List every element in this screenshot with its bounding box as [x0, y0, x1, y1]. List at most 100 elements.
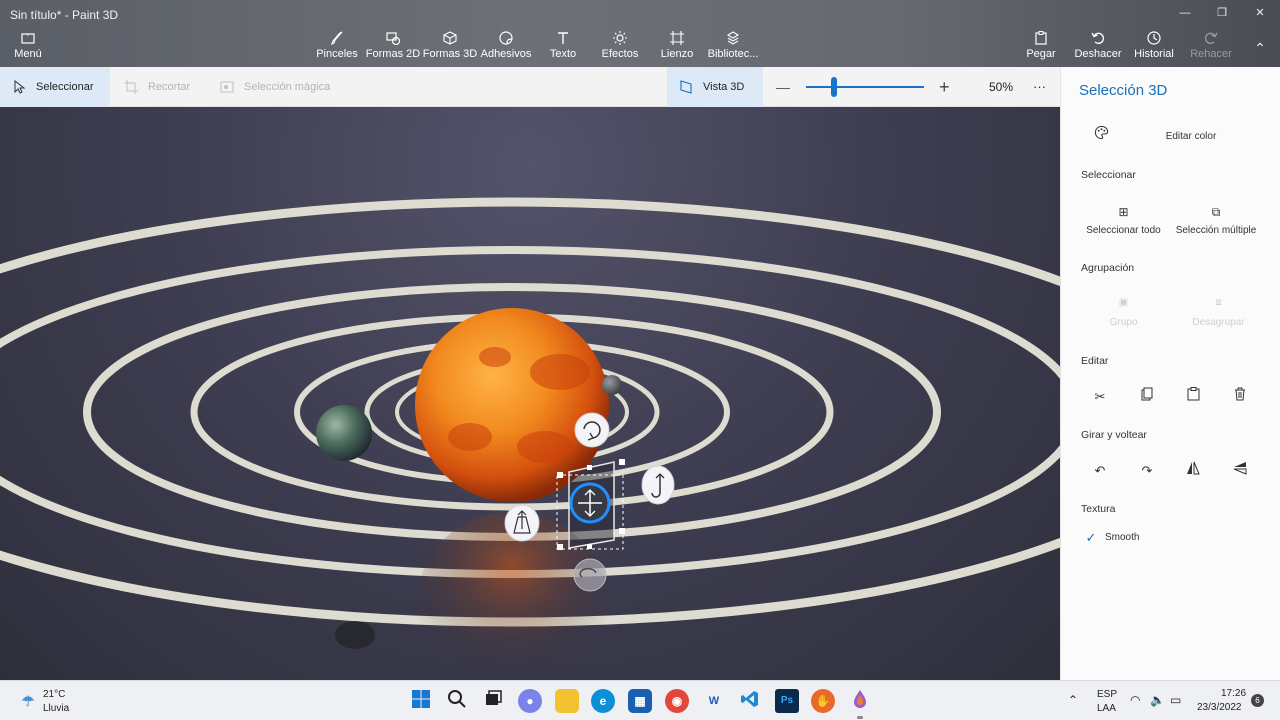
tool-shapes-3d[interactable]: Formas 3D — [419, 30, 481, 66]
checkmark-icon[interactable]: ✓ — [1080, 527, 1102, 549]
copy-icon[interactable] — [1136, 386, 1158, 408]
tool-effects[interactable]: Efectos — [589, 30, 651, 66]
rotate-left-icon[interactable]: ↶ — [1089, 460, 1111, 482]
teams-chat-icon[interactable]: ● — [518, 689, 542, 713]
zoom-slider-track[interactable] — [806, 86, 924, 88]
brush-icon — [306, 30, 368, 48]
redo-button[interactable]: Rehacer — [1180, 30, 1242, 66]
rotate-y-handle[interactable] — [641, 465, 675, 505]
zoom-slider-thumb[interactable] — [831, 77, 837, 97]
delete-icon[interactable] — [1229, 386, 1251, 408]
paste-button[interactable]: Pegar — [1010, 30, 1072, 66]
multi-select-button[interactable]: ⧉ Selección múltiple — [1171, 205, 1261, 236]
keyboard-layout[interactable]: LAA — [1097, 703, 1116, 714]
windows-taskbar: ☂ 21°C Lluvia ● e ▦ ◉ W Ps ✋ ⌃ ESP LAA ◠… — [0, 680, 1280, 720]
paint3d-icon[interactable] — [848, 689, 872, 713]
select-tool-button[interactable]: Seleccionar — [0, 67, 110, 107]
library-icon — [702, 30, 764, 48]
store-icon[interactable]: ▦ — [628, 689, 652, 713]
battery-icon[interactable]: ▭ — [1170, 693, 1181, 707]
earth-sphere[interactable] — [316, 405, 372, 461]
command-bar: Sin título* - Paint 3D — ❐ ✕ Menú Pincel… — [0, 0, 1280, 67]
rotate-flip-section-label: Girar y voltear — [1081, 429, 1147, 441]
tool-library[interactable]: Bibliotec... — [702, 30, 764, 66]
menu-button[interactable]: Menú — [0, 30, 59, 66]
tray-chevron-icon[interactable]: ⌃ — [1068, 693, 1078, 707]
app-icon[interactable]: ✋ — [811, 689, 835, 713]
shapes-2d-icon — [362, 30, 424, 48]
palette-icon[interactable] — [1090, 125, 1112, 147]
select-all-icon: ⊞ — [1118, 205, 1129, 219]
close-button[interactable]: ✕ — [1250, 5, 1270, 21]
rotate-z-handle[interactable] — [573, 558, 607, 592]
ungroup-button[interactable]: ⧈ Desagrupar — [1181, 297, 1256, 328]
search-icon[interactable] — [445, 689, 469, 713]
select-all-button[interactable]: ⊞ Seleccionar todo — [1081, 205, 1166, 236]
undo-icon — [1067, 30, 1129, 48]
weather-rain-icon[interactable]: ☂ — [16, 689, 40, 713]
select-section-label: Seleccionar — [1081, 169, 1136, 181]
rotate-x-handle[interactable] — [574, 412, 610, 448]
magic-select-button[interactable]: Selección mágica — [220, 67, 330, 107]
windows-start-icon[interactable] — [409, 689, 433, 713]
more-options-button[interactable]: ··· — [1033, 67, 1046, 107]
cursor-arrow-icon — [14, 80, 26, 94]
selection-3d-panel: Selección 3D Editar color Seleccionar ⊞ … — [1060, 67, 1280, 680]
multi-select-icon: ⧉ — [1211, 205, 1221, 219]
paste-icon[interactable] — [1182, 386, 1204, 408]
selection-toolbar: Seleccionar Recortar Selección mágica Vi… — [0, 67, 1060, 107]
edit-color-button[interactable]: Editar color — [1161, 131, 1221, 142]
weather-desc[interactable]: Lluvia — [43, 703, 69, 714]
move-depth-handle[interactable] — [504, 504, 540, 542]
folder-icon — [0, 30, 59, 48]
undo-button[interactable]: Deshacer — [1067, 30, 1129, 66]
volume-icon[interactable]: 🔈 — [1150, 693, 1165, 707]
ungroup-icon: ⧈ — [1215, 297, 1222, 308]
moon-sphere[interactable] — [602, 375, 622, 395]
minimize-button[interactable]: — — [1175, 5, 1195, 21]
cube-icon — [419, 30, 481, 48]
task-view-icon[interactable] — [481, 689, 505, 713]
maximize-button[interactable]: ❐ — [1212, 5, 1232, 21]
zoom-in-button[interactable]: + — [939, 67, 950, 107]
texture-smooth-option[interactable]: Smooth — [1105, 532, 1139, 543]
canvas-icon — [646, 30, 708, 48]
clock-date[interactable]: 23/3/2022 — [1197, 702, 1242, 713]
zoom-out-button[interactable]: — — [776, 67, 790, 107]
word-icon[interactable]: W — [702, 689, 726, 713]
wifi-icon[interactable]: ◠ — [1130, 693, 1140, 707]
chrome-icon[interactable]: ◉ — [665, 689, 689, 713]
tool-brushes[interactable]: Pinceles — [306, 30, 368, 66]
file-explorer-icon[interactable] — [555, 689, 579, 713]
crop-button[interactable]: Recortar — [124, 67, 190, 107]
clipboard-icon — [1010, 30, 1072, 48]
photoshop-icon[interactable]: Ps — [775, 689, 799, 713]
canvas-3d-view[interactable] — [0, 107, 1060, 680]
flip-vertical-icon[interactable] — [1229, 460, 1251, 482]
history-button[interactable]: Historial — [1123, 30, 1185, 66]
sun-icon — [589, 30, 651, 48]
tool-stickers[interactable]: Adhesivos — [475, 30, 537, 66]
group-button[interactable]: ▣ Grupo — [1091, 297, 1156, 328]
cut-icon[interactable]: ✂ — [1089, 386, 1111, 408]
notification-badge[interactable]: 6 — [1251, 694, 1264, 707]
group-section-label: Agrupación — [1081, 262, 1135, 274]
clock-time[interactable]: 17:26 — [1221, 688, 1246, 699]
texture-section-label: Textura — [1081, 503, 1116, 515]
tool-canvas[interactable]: Lienzo — [646, 30, 708, 66]
weather-temp[interactable]: 21°C — [43, 689, 65, 700]
edge-icon[interactable]: e — [591, 689, 615, 713]
vscode-icon[interactable] — [738, 689, 762, 713]
history-icon — [1123, 30, 1185, 48]
collapse-chevron-icon[interactable]: ⌃ — [1250, 40, 1270, 56]
tool-text[interactable]: Texto — [532, 30, 594, 66]
tool-shapes-2d[interactable]: Formas 2D — [362, 30, 424, 66]
group-icon: ▣ — [1118, 297, 1129, 308]
view-3d-button[interactable]: Vista 3D — [667, 67, 763, 107]
crop-icon — [124, 80, 138, 95]
rotate-right-icon[interactable]: ↷ — [1136, 460, 1158, 482]
language-indicator[interactable]: ESP — [1097, 689, 1117, 700]
magic-select-icon — [220, 81, 234, 93]
edit-section-label: Editar — [1081, 355, 1109, 367]
flip-horizontal-icon[interactable] — [1182, 460, 1204, 482]
